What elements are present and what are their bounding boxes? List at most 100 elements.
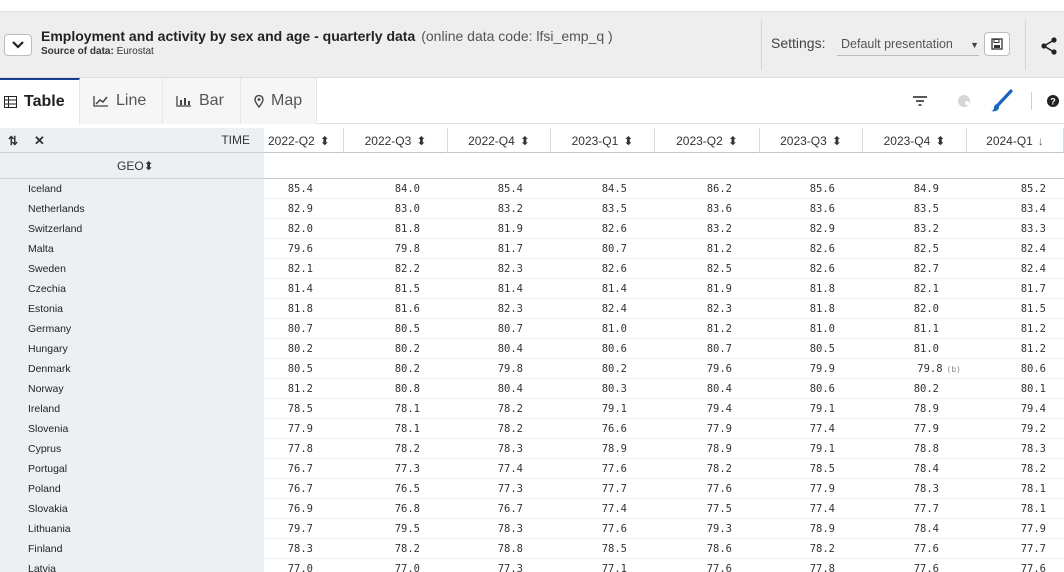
cell-value: 82.6 [809,263,835,275]
geo-row-label[interactable]: Slovenia [28,419,68,439]
table-cell: 77.6 [551,519,627,539]
cell-value: 83.0 [394,203,420,215]
style-button[interactable] [989,89,1015,112]
cell-value: 78.4 [913,523,939,535]
cell-value: 77.7 [913,503,939,515]
cell-value: 83.2 [497,203,523,215]
geo-header[interactable]: GEO⬍ [0,153,264,179]
settings-dropdown[interactable]: Default presentation ▼ [837,32,979,56]
geo-row-label[interactable]: Ireland [28,399,60,419]
cell-value: 81.8 [394,223,420,235]
cell-value: 77.3 [497,483,523,495]
table-cell: 78.2 [655,459,732,479]
geo-row-label[interactable]: Norway [28,379,64,399]
geo-row-label[interactable]: Netherlands [28,199,85,219]
cell-value: 81.6 [394,303,420,315]
table-cell: 83.2 [655,219,732,239]
cell-value: 79.1 [601,403,627,415]
table-cell: 84.0 [344,179,420,199]
cell-value: 82.4 [601,303,627,315]
table-row: 78.3 78.2 78.8 78.5 78.6 78.2 77.6 77.7 [264,539,1064,559]
table-row: 79.6 79.8 81.7 80.7 81.2 82.6 82.5 82.4 [264,239,1064,259]
cell-value: 76.5 [394,483,420,495]
tab-map[interactable]: Map [241,78,317,124]
table-cell: 77.3 [344,459,420,479]
table-cell: 80.4 [655,379,732,399]
cell-value: 78.2 [497,423,523,435]
table-cell: 86.2 [655,179,732,199]
help-button[interactable]: ? [1042,90,1064,112]
cell-value: 78.9 [809,523,835,535]
table-cell: 76.9 [264,499,313,519]
geo-row-label[interactable]: Sweden [28,259,66,279]
cell-value: 82.1 [913,283,939,295]
tab-line[interactable]: Line [80,78,163,124]
cell-value: 77.6 [706,563,732,572]
geo-row-label[interactable]: Malta [28,239,54,259]
column-header[interactable]: 2022-Q3 ⬍ [344,128,448,153]
cell-value: 78.3 [913,483,939,495]
column-header[interactable]: 2023-Q2 ⬍ [655,128,760,153]
tab-bar[interactable]: Bar [163,78,241,124]
cell-value: 77.0 [287,563,313,572]
column-header-label: 2023-Q2 [676,133,723,148]
column-header[interactable]: 2023-Q4 ⬍ [863,128,967,153]
column-header[interactable]: 2022-Q4 ⬍ [448,128,551,153]
cell-value: 82.6 [601,263,627,275]
geo-row-label[interactable]: Portugal [28,459,67,479]
cell-value: 77.6 [601,523,627,535]
geo-row-label[interactable]: Iceland [28,179,62,199]
collapse-button[interactable] [4,34,32,56]
table-cell: 82.4 [551,299,627,319]
geo-row-label[interactable]: Czechia [28,279,66,299]
cell-value: 79.1 [809,403,835,415]
geo-row-label[interactable]: Lithuania [28,519,71,539]
expand-icon[interactable]: ✕ [34,133,45,149]
geo-row-label[interactable]: Hungary [28,339,68,359]
column-header[interactable]: 2023-Q1 ⬍ [551,128,655,153]
cell-value: 81.2 [287,383,313,395]
cell-value: 80.6 [1020,363,1046,375]
cell-value: 81.2 [1020,343,1046,355]
table-cell: 78.5 [264,399,313,419]
filter-button[interactable] [909,90,931,112]
highlight-button[interactable] [953,90,975,112]
save-button[interactable] [984,32,1010,56]
geo-row-label[interactable]: Latvia [28,559,56,572]
geo-row-label[interactable]: Slovakia [28,499,68,519]
cell-value: 82.9 [809,223,835,235]
cell-value: 81.8 [287,303,313,315]
table-row: 82.1 82.2 82.3 82.6 82.5 82.6 82.7 82.4 [264,259,1064,279]
cell-value: 78.5 [287,403,313,415]
column-header[interactable]: 2023-Q3 ⬍ [760,128,863,153]
table-cell: 82.6 [551,219,627,239]
filter-icon [913,96,927,106]
share-button[interactable] [1036,33,1062,59]
table-cell: 76.8 [344,499,420,519]
sort-icon[interactable]: ⇅ [8,134,18,148]
tab-table[interactable]: Table [0,78,80,124]
table-cell: 80.7 [264,319,313,339]
geo-row-label[interactable]: Estonia [28,299,63,319]
geo-row-label[interactable]: Finland [28,539,62,559]
table-cell: 83.4 [967,199,1046,219]
cell-value: 79.2 [1020,423,1046,435]
cell-value: 80.7 [706,343,732,355]
cell-value: 77.9 [809,483,835,495]
geo-row-label[interactable]: Denmark [28,359,71,379]
header-divider [761,20,762,70]
table-cell: 80.2 [344,339,420,359]
table-cell: 82.3 [448,299,523,319]
geo-row-label[interactable]: Poland [28,479,61,499]
table-cell: 79.1 [551,399,627,419]
geo-row-label[interactable]: Switzerland [28,219,82,239]
column-header[interactable]: 2022-Q2 ⬍ [264,128,344,153]
geo-row-label[interactable]: Cyprus [28,439,61,459]
geo-row-label[interactable]: Germany [28,319,71,339]
cell-value: 77.6 [1020,563,1046,572]
cell-value: 81.0 [601,323,627,335]
column-header[interactable]: 2024-Q1 ↓ [967,128,1064,153]
cell-value: 78.8 [497,543,523,555]
cell-value: 77.9 [287,423,313,435]
source-label: Source of data: [41,46,114,57]
